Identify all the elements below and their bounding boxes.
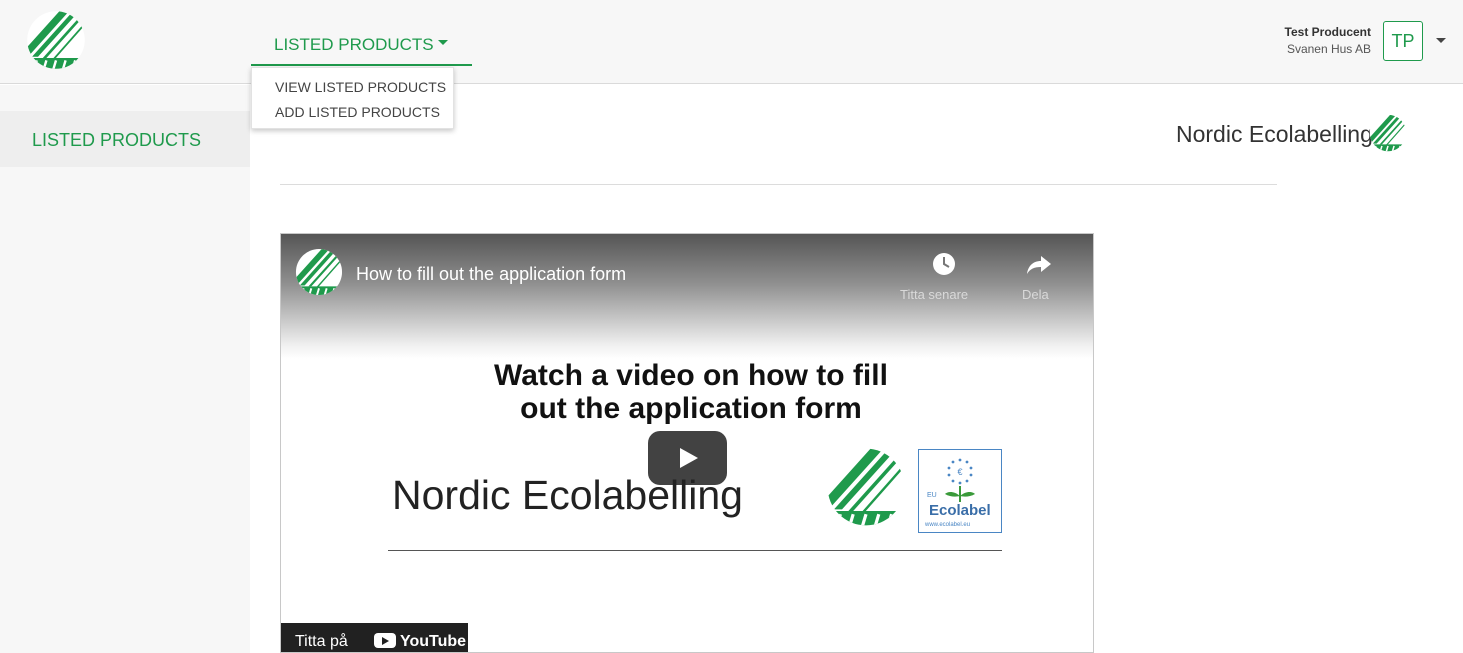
divider	[280, 184, 1277, 185]
thumbnail-heading: Watch a video on how to fill out the app…	[391, 359, 991, 425]
user-company: Svanen Hus AB	[1286, 42, 1371, 56]
play-icon	[680, 448, 698, 468]
brand-name: Nordic Ecolabelling	[1176, 121, 1373, 147]
svg-text:€: €	[957, 467, 962, 477]
user-name: Test Producent	[1284, 25, 1371, 39]
sidebar-item-listed-products[interactable]: LISTED PRODUCTS	[0, 111, 250, 167]
video-title[interactable]: How to fill out the application form	[356, 264, 626, 285]
swan-logo-icon	[826, 447, 906, 527]
top-navigation-bar: LISTED PRODUCTS Test Producent Svanen Hu…	[0, 0, 1463, 84]
eu-ecolabel-url: www.ecolabel.eu	[925, 522, 971, 528]
nav-tab-label: LISTED PRODUCTS	[274, 35, 434, 54]
play-button[interactable]	[648, 431, 727, 485]
watch-on-youtube-button[interactable]: Titta på YouTube	[281, 623, 468, 652]
watch-later-label[interactable]: Titta senare	[900, 287, 968, 302]
listed-products-dropdown-menu: VIEW LISTED PRODUCTS ADD LISTED PRODUCTS	[251, 67, 454, 129]
menu-item-add-listed-products[interactable]: ADD LISTED PRODUCTS	[275, 104, 440, 120]
swan-logo-icon[interactable]	[24, 10, 88, 70]
youtube-video-embed[interactable]: How to fill out the application form Tit…	[280, 233, 1094, 653]
caret-down-icon	[438, 40, 448, 45]
swan-logo-icon	[1368, 114, 1408, 152]
eu-ecolabel-text: Ecolabel	[929, 502, 991, 519]
sidebar-item-label: LISTED PRODUCTS	[32, 130, 202, 150]
thumbnail-heading-line1: Watch a video on how to fill	[494, 359, 888, 392]
thumbnail-rule	[388, 550, 1002, 551]
sidebar: LISTED PRODUCTS	[0, 85, 250, 653]
share-label[interactable]: Dela	[1022, 287, 1049, 302]
channel-avatar-icon[interactable]	[295, 248, 343, 296]
nav-tab-listed-products[interactable]: LISTED PRODUCTS	[251, 24, 472, 66]
watch-on-label: Titta på	[295, 633, 348, 650]
thumbnail-heading-line2: out the application form	[520, 392, 862, 425]
video-header-overlay	[281, 234, 1093, 359]
eu-ecolabel-prefix: EU	[927, 492, 937, 499]
youtube-icon	[374, 633, 396, 648]
eu-flower-icon: €	[945, 458, 975, 502]
user-menu-caret-icon[interactable]	[1436, 38, 1446, 43]
youtube-wordmark: YouTube	[400, 633, 467, 650]
eu-ecolabel-logo: € EU Ecolabel www.ecolabel.eu	[918, 449, 1002, 533]
clock-icon[interactable]	[930, 250, 958, 278]
user-avatar[interactable]: TP	[1383, 21, 1423, 61]
share-arrow-icon[interactable]	[1025, 250, 1053, 278]
menu-item-view-listed-products[interactable]: VIEW LISTED PRODUCTS	[275, 79, 446, 95]
